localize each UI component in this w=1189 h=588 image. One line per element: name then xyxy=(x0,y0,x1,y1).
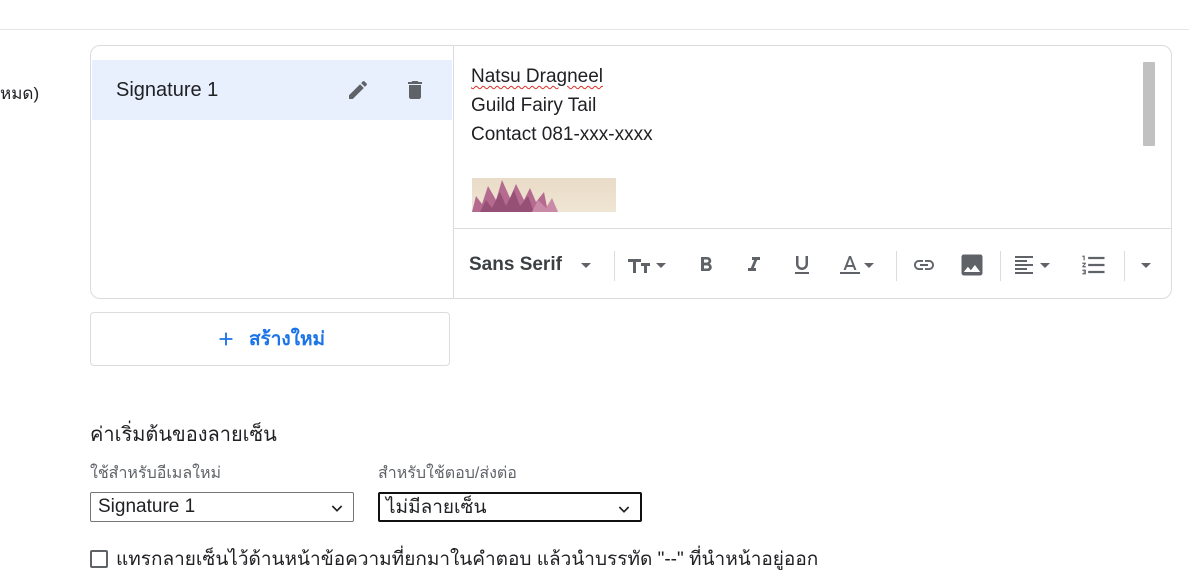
signature-list: Signature 1 xyxy=(91,46,454,298)
chevron-down-icon xyxy=(331,505,343,512)
align-icon[interactable] xyxy=(1012,229,1060,298)
new-email-signature-value: Signature 1 xyxy=(98,496,196,517)
create-new-signature-button[interactable]: สร้างใหม่ xyxy=(90,312,450,366)
create-new-label: สร้างใหม่ xyxy=(248,329,326,350)
image-icon[interactable] xyxy=(958,229,986,298)
reply-forward-label: สำหรับใช้ตอบ/ส่งต่อ xyxy=(378,465,517,482)
chevron-down-icon xyxy=(580,263,591,268)
font-family-select[interactable]: Sans Serif xyxy=(469,229,598,298)
format-toolbar: Sans Serif xyxy=(454,228,1171,298)
signature-image[interactable] xyxy=(472,178,616,212)
toolbar-divider xyxy=(1124,251,1125,281)
trash-icon[interactable] xyxy=(400,75,430,105)
reply-forward-signature-select[interactable]: ไม่มีลายเซ็น xyxy=(378,492,642,522)
text-size-icon[interactable] xyxy=(626,229,674,298)
insert-signature-checkbox[interactable] xyxy=(90,550,108,568)
pencil-icon[interactable] xyxy=(343,75,373,105)
new-email-signature-select[interactable]: Signature 1 xyxy=(90,492,354,522)
numbered-list-icon[interactable] xyxy=(1080,229,1108,298)
editor-scrollbar[interactable] xyxy=(1143,62,1155,146)
truncated-setting-label: หมด) xyxy=(0,84,40,103)
chevron-down-icon xyxy=(618,506,630,513)
plus-icon xyxy=(219,332,233,346)
toolbar-divider xyxy=(614,251,615,281)
new-email-label: ใช้สำหรับอีเมลใหม่ xyxy=(90,465,222,482)
font-family-label: Sans Serif xyxy=(469,254,562,275)
editor-line-contact: Contact 081-xxx-xxxx xyxy=(471,124,653,145)
insert-signature-before-quoted-option: แทรกลายเซ็นไว้ด้านหน้าข้อความที่ยกมาในคำ… xyxy=(90,544,818,574)
editor-line-guild: Guild Fairy Tail xyxy=(471,95,597,116)
reply-forward-signature-value: ไม่มีลายเซ็น xyxy=(386,497,487,518)
underline-icon[interactable] xyxy=(790,229,814,298)
signature-item-label: Signature 1 xyxy=(116,79,219,101)
text-color-icon[interactable] xyxy=(838,229,886,298)
insert-signature-label: แทรกลายเซ็นไว้ด้านหน้าข้อความที่ยกมาในคำ… xyxy=(116,549,819,570)
signature-item[interactable]: Signature 1 xyxy=(92,60,452,120)
signature-panel: Signature 1 Natsu Dragneel Guild Fairy T… xyxy=(90,45,1172,299)
top-divider xyxy=(0,29,1189,30)
toolbar-divider xyxy=(1000,251,1001,281)
more-icon[interactable] xyxy=(1134,229,1158,298)
editor-line-name-text: Natsu Dragneel xyxy=(471,66,604,87)
italic-icon[interactable] xyxy=(742,229,766,298)
toolbar-divider xyxy=(896,251,897,281)
link-icon[interactable] xyxy=(910,229,938,298)
signature-editor[interactable]: Natsu Dragneel Guild Fairy Tail Contact … xyxy=(454,46,1171,228)
bold-icon[interactable] xyxy=(694,229,718,298)
signature-defaults-title: ค่าเริ่มต้นของลายเซ็น xyxy=(90,424,277,446)
editor-line-name: Natsu Dragneel xyxy=(471,66,603,88)
